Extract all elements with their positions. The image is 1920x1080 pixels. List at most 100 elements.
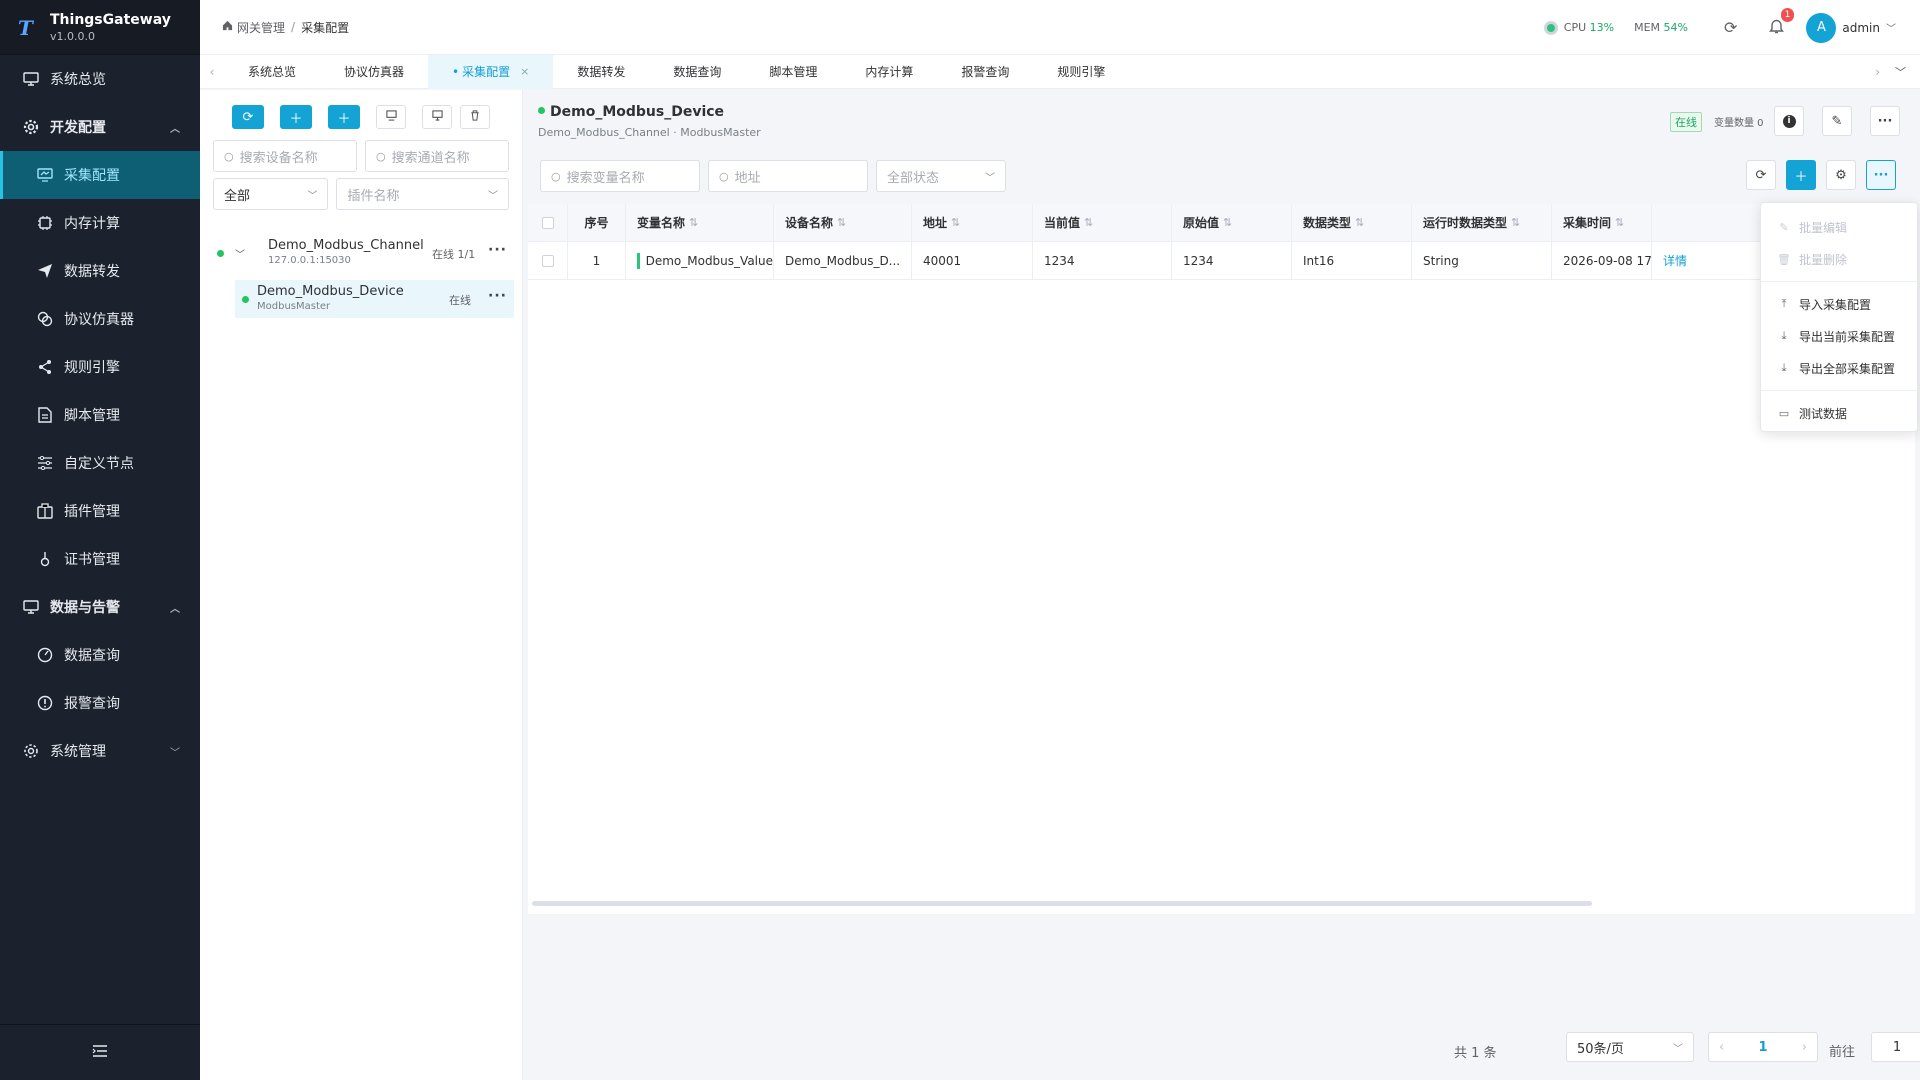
row-checkbox[interactable] bbox=[528, 242, 568, 279]
tree-delete-button[interactable] bbox=[460, 105, 490, 129]
tab-data-forward[interactable]: 数据转发 bbox=[553, 55, 649, 89]
col-raw-value[interactable]: 原始值 ⇅ bbox=[1172, 204, 1292, 241]
col-data-type[interactable]: 数据类型 ⇅ bbox=[1292, 204, 1412, 241]
tree-refresh-button[interactable]: ⟳ bbox=[232, 105, 264, 129]
trash-icon: 🗑 bbox=[1777, 252, 1791, 266]
col-current-value[interactable]: 当前值 ⇅ bbox=[1033, 204, 1172, 241]
tab-scroll-left-icon[interactable]: ‹ bbox=[200, 65, 224, 79]
sidebar-item-alarm-query[interactable]: 报警查询 bbox=[0, 679, 200, 727]
col-runtime-type[interactable]: 运行时数据类型 ⇅ bbox=[1412, 204, 1552, 241]
sidebar-item-data-query[interactable]: 数据查询 bbox=[0, 631, 200, 679]
tab-close-icon[interactable]: × bbox=[520, 65, 529, 78]
col-address[interactable]: 地址 ⇅ bbox=[912, 204, 1033, 241]
download-icon: ⤓ bbox=[1781, 329, 1787, 342]
device-search-input[interactable]: ○ 搜索设备名称 bbox=[213, 140, 357, 172]
page-navigator: ‹ 1 › bbox=[1708, 1032, 1818, 1062]
address-search-input[interactable]: ○ 地址 bbox=[708, 160, 868, 192]
tab-script-manage[interactable]: 脚本管理 bbox=[745, 55, 841, 89]
tree-test-button[interactable] bbox=[376, 105, 406, 129]
more-icon: ··· bbox=[1877, 113, 1893, 129]
menu-item-test-data[interactable]: ▭ 测试数据 bbox=[1761, 397, 1917, 429]
sidebar-item-data-forward[interactable]: 数据转发 bbox=[0, 247, 200, 295]
table-row[interactable]: 1 Demo_Modbus_Value Demo_Modbus_D... 400… bbox=[528, 242, 1915, 280]
channel-more-icon[interactable]: ··· bbox=[488, 242, 507, 258]
sidebar-item-custom-node[interactable]: 自定义节点 bbox=[0, 439, 200, 487]
tab-memory-compute[interactable]: 内存计算 bbox=[841, 55, 937, 89]
next-page-icon[interactable]: › bbox=[1802, 1040, 1807, 1055]
status-filter-select[interactable]: 全部状态 ﹀ bbox=[876, 160, 1006, 192]
menu-item-batch-edit[interactable]: ✎ 批量编辑 bbox=[1761, 211, 1917, 243]
menu-item-export-current[interactable]: ⤓ 导出当前采集配置 bbox=[1761, 320, 1917, 352]
tree-monitor-button[interactable] bbox=[422, 105, 452, 129]
table-refresh-button[interactable]: ⟳ bbox=[1746, 160, 1776, 190]
device-more-button[interactable]: ··· bbox=[1870, 106, 1900, 136]
home-icon bbox=[222, 20, 233, 34]
row-detail-link[interactable]: 详情 bbox=[1652, 242, 1712, 279]
sidebar-group-data-alarm[interactable]: 数据与告警 ︿ bbox=[0, 583, 200, 631]
jump-page-input[interactable]: 1 bbox=[1871, 1032, 1920, 1062]
menu-item-export-all[interactable]: ⤓ 导出全部采集配置 bbox=[1761, 352, 1917, 384]
sidebar-group-dev-config[interactable]: 开发配置 ︿ bbox=[0, 103, 200, 151]
sidebar-item-memory-compute[interactable]: 内存计算 bbox=[0, 199, 200, 247]
sidebar-item-label: 脚本管理 bbox=[64, 408, 120, 424]
device-tree-panel: ⟳ ＋ ＋ ○ 搜索设备名称 ○ 搜索通道名称 全部 ﹀ 插件名称 ﹀ ﹀ Demo_M… bbox=[200, 90, 523, 1080]
tree-channel-node[interactable]: ﹀ Demo_Modbus_Channel 127.0.0.1:15030 在线… bbox=[200, 232, 514, 280]
table-more-button[interactable]: ··· bbox=[1866, 160, 1896, 190]
horizontal-scrollbar[interactable] bbox=[532, 901, 1592, 906]
user-name[interactable]: admin bbox=[1842, 21, 1880, 35]
sidebar-item-label: 证书管理 bbox=[64, 552, 120, 568]
status-filter-select[interactable]: 全部 ﹀ bbox=[213, 178, 329, 210]
sidebar-item-simulator[interactable]: 协议仿真器 bbox=[0, 295, 200, 343]
sidebar-item-script-manage[interactable]: 脚本管理 bbox=[0, 391, 200, 439]
channel-search-input[interactable]: ○ 搜索通道名称 bbox=[365, 140, 509, 172]
menu-item-import-config[interactable]: ⤒ 导入采集配置 bbox=[1761, 288, 1917, 320]
sidebar-item-cert-manage[interactable]: 证书管理 bbox=[0, 535, 200, 583]
sidebar-collapse-button[interactable] bbox=[0, 1024, 200, 1080]
device-title: Demo_Modbus_Device bbox=[538, 104, 724, 120]
sort-icon: ⇅ bbox=[1084, 216, 1094, 229]
refresh-icon[interactable]: ⟳ bbox=[1724, 18, 1737, 37]
page-size-select[interactable]: 50条/页 ﹀ bbox=[1566, 1032, 1694, 1062]
avatar[interactable]: A bbox=[1806, 12, 1837, 43]
breadcrumb: 网关管理 / 采集配置 bbox=[222, 19, 349, 36]
breadcrumb-item[interactable]: 网关管理 bbox=[237, 19, 285, 36]
tab-menu-chevron-icon[interactable]: ﹀ bbox=[1895, 64, 1906, 80]
tab-scroll-right-icon[interactable]: › bbox=[1875, 65, 1880, 79]
chevron-down-icon[interactable]: ﹀ bbox=[235, 246, 245, 261]
add-variable-button[interactable]: ＋ bbox=[1786, 160, 1816, 190]
tab-data-query[interactable]: 数据查询 bbox=[649, 55, 745, 89]
tree-device-node[interactable]: Demo_Modbus_Device ModbusMaster 在线 ··· bbox=[235, 280, 514, 318]
info-button[interactable]: i bbox=[1774, 106, 1804, 136]
sidebar-item-collect-config[interactable]: 采集配置 bbox=[0, 151, 200, 199]
col-device-name[interactable]: 设备名称 ⇅ bbox=[774, 204, 912, 241]
plugin-filter-select[interactable]: 插件名称 ﹀ bbox=[336, 178, 509, 210]
tab-alarm-query[interactable]: 报警查询 bbox=[937, 55, 1033, 89]
tab-overview[interactable]: 系统总览 bbox=[224, 55, 320, 89]
tab-simulator[interactable]: 协议仿真器 bbox=[320, 55, 428, 89]
add-device-button[interactable]: ＋ bbox=[328, 105, 360, 129]
sidebar-item-overview[interactable]: 系统总览 bbox=[0, 55, 200, 103]
sidebar-item-label: 插件管理 bbox=[64, 504, 120, 520]
refresh-icon: ⟳ bbox=[242, 109, 254, 125]
col-variable-name[interactable]: 变量名称 ⇅ bbox=[626, 204, 774, 241]
sidebar-item-rule-engine[interactable]: 规则引擎 bbox=[0, 343, 200, 391]
plus-icon: ＋ bbox=[1794, 169, 1808, 185]
gear-icon: ⚙ bbox=[1835, 167, 1847, 183]
select-all-checkbox[interactable] bbox=[528, 204, 568, 241]
bell-icon[interactable]: 1 bbox=[1769, 7, 1795, 38]
tab-rule-engine[interactable]: 规则引擎 bbox=[1033, 55, 1129, 89]
sidebar-item-plugin-manage[interactable]: 插件管理 bbox=[0, 487, 200, 535]
variable-search-input[interactable]: ○ 搜索变量名称 bbox=[540, 160, 700, 192]
col-collect-time[interactable]: 采集时间 ⇅ bbox=[1552, 204, 1652, 241]
tab-collect-config[interactable]: 采集配置× bbox=[428, 54, 554, 89]
chevron-down-icon[interactable]: ﹀ bbox=[1886, 20, 1896, 35]
edit-device-button[interactable]: ✎ bbox=[1822, 106, 1852, 136]
device-more-icon[interactable]: ··· bbox=[488, 288, 507, 304]
simulator-icon bbox=[36, 310, 54, 328]
table-settings-button[interactable]: ⚙ bbox=[1826, 160, 1856, 190]
prev-page-icon[interactable]: ‹ bbox=[1719, 1040, 1724, 1055]
add-channel-button[interactable]: ＋ bbox=[280, 105, 312, 129]
sidebar-group-system-manage[interactable]: 系统管理 ﹀ bbox=[0, 727, 200, 775]
current-page[interactable]: 1 bbox=[1758, 1040, 1767, 1055]
menu-item-batch-delete[interactable]: 🗑 批量删除 bbox=[1761, 243, 1917, 275]
